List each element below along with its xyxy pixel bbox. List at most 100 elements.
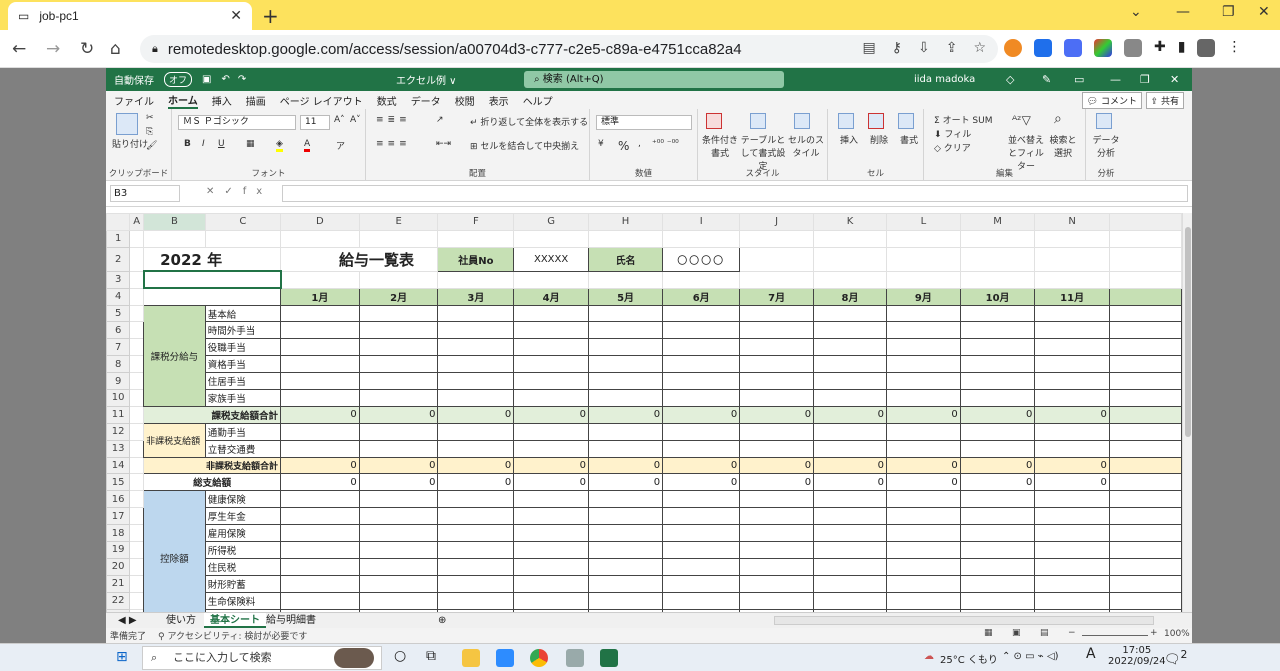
month-header[interactable]: 2月 (358, 287, 439, 306)
total-value-cell[interactable]: 0 (587, 456, 664, 475)
window-close-icon[interactable]: ✕ (1258, 4, 1270, 20)
month-value-cell[interactable] (513, 321, 589, 340)
cell[interactable] (587, 229, 664, 248)
deduction-category[interactable]: 控除額 (143, 490, 206, 612)
month-value-cell[interactable] (358, 574, 439, 593)
clock[interactable]: 17:05 2022/09/24 (1108, 645, 1166, 667)
ribbon-display-icon[interactable]: ▭ (1074, 73, 1084, 86)
month-value-cell[interactable] (1108, 355, 1182, 374)
month-value-cell[interactable] (1108, 372, 1182, 391)
month-value-cell[interactable] (1108, 439, 1182, 458)
month-value-cell[interactable] (358, 304, 439, 323)
month-value-cell[interactable] (739, 338, 815, 357)
font-name-select[interactable]: ＭＳ Ｐゴシック (178, 115, 296, 130)
nontaxable-item-label[interactable]: 通勤手当 (204, 422, 282, 441)
cell[interactable] (587, 270, 664, 289)
tab-2[interactable]: 挿入 (212, 93, 232, 108)
extension-icon[interactable] (1034, 39, 1052, 57)
total-value-cell[interactable]: 0 (813, 456, 887, 475)
comment-button[interactable]: 💬︎ コメント (1081, 92, 1142, 109)
month-value-cell[interactable] (813, 304, 887, 323)
month-value-cell[interactable] (885, 557, 961, 576)
font-size-select[interactable]: 11 (300, 115, 330, 130)
deduction-item-label[interactable]: 生命保険料 (204, 591, 282, 610)
month-value-cell[interactable] (739, 541, 815, 559)
month-value-cell[interactable] (1108, 389, 1182, 407)
month-value-cell[interactable] (280, 389, 360, 407)
tab-7[interactable]: 校閲 (455, 93, 475, 108)
cell[interactable] (1034, 246, 1110, 272)
page-break-icon[interactable]: ▤ (1040, 628, 1049, 638)
month-value-cell[interactable] (739, 507, 815, 526)
month-value-cell[interactable] (1108, 304, 1182, 323)
scroll-thumb[interactable] (1185, 227, 1191, 437)
cell[interactable] (129, 591, 145, 610)
month-value-cell[interactable] (358, 338, 439, 357)
total-value-cell[interactable]: 0 (587, 473, 664, 492)
month-value-cell[interactable] (358, 524, 439, 543)
month-header[interactable]: 9月 (885, 287, 961, 306)
cell[interactable] (885, 270, 961, 289)
select-all-corner[interactable] (106, 213, 131, 231)
tab-5[interactable]: 数式 (377, 93, 397, 108)
month-value-cell[interactable] (1034, 389, 1110, 407)
insert-cells-button[interactable]: 挿入 (840, 133, 858, 146)
home-icon[interactable]: ⌂ (110, 39, 121, 59)
month-value-cell[interactable] (1034, 507, 1110, 526)
sort-filter-icon[interactable]: ᴬᶻ▽ (1012, 113, 1031, 127)
month-header[interactable]: 5月 (587, 287, 664, 306)
month-value-cell[interactable] (358, 389, 439, 407)
month-value-cell[interactable] (437, 541, 515, 559)
total-value-cell[interactable]: 0 (885, 473, 961, 492)
address-bar[interactable]: 🔒︎ remotedesktop.google.com/access/sessi… (140, 35, 998, 63)
fill-color-icon[interactable]: ◈ (276, 139, 283, 152)
month-value-cell[interactable] (1034, 422, 1110, 441)
month-value-cell[interactable] (587, 389, 664, 407)
tab-0[interactable]: ファイル (114, 93, 154, 108)
app-icon[interactable] (566, 649, 584, 667)
fill-button[interactable]: ⬇ フィル (934, 127, 971, 140)
month-value-cell[interactable] (739, 524, 815, 543)
month-header[interactable]: 11月 (1034, 287, 1110, 306)
total-value-cell[interactable]: 0 (813, 405, 887, 424)
month-value-cell[interactable] (959, 389, 1036, 407)
month-value-cell[interactable] (739, 490, 815, 509)
cell[interactable] (129, 507, 145, 526)
chevron-down-icon[interactable]: ⌄ (1130, 4, 1142, 20)
cell[interactable] (129, 405, 145, 424)
total-value-cell[interactable]: 0 (813, 473, 887, 492)
forward-icon[interactable]: → (46, 39, 60, 59)
cell[interactable] (129, 372, 145, 391)
month-value-cell[interactable] (1108, 422, 1182, 441)
bookmark-star-icon[interactable]: ☆ (973, 40, 986, 56)
conditional-format-button[interactable]: 条件付き書式 (698, 133, 742, 159)
total-value-cell[interactable]: 0 (587, 405, 664, 424)
month-value-cell[interactable] (662, 591, 741, 610)
column-header[interactable]: K (813, 213, 887, 231)
month-value-cell[interactable] (1034, 541, 1110, 559)
phonetic-icon[interactable]: ア (336, 139, 345, 152)
month-value-cell[interactable] (739, 355, 815, 374)
tab-9[interactable]: ヘルプ (523, 93, 553, 108)
back-icon[interactable]: ← (12, 39, 26, 59)
month-value-cell[interactable] (587, 591, 664, 610)
workbook-name[interactable]: エクセル例 ∨ (396, 72, 457, 87)
month-value-cell[interactable] (662, 541, 741, 559)
cell[interactable] (437, 270, 515, 289)
clear-button[interactable]: ◇ クリア (934, 141, 971, 154)
month-value-cell[interactable] (959, 439, 1036, 458)
total-value-cell[interactable]: 0 (739, 456, 815, 475)
month-value-cell[interactable] (280, 591, 360, 610)
sheet-nav-icon[interactable]: ◀ ▶ (112, 613, 143, 628)
cell[interactable] (1108, 246, 1182, 272)
shrink-font-icon[interactable]: A˅ (350, 115, 361, 125)
month-value-cell[interactable] (437, 574, 515, 593)
sheet-title[interactable]: 給与一覧表 (280, 246, 439, 272)
month-value-cell[interactable] (437, 422, 515, 441)
grow-font-icon[interactable]: A˄ (334, 115, 345, 125)
cell-style-icon[interactable] (794, 113, 810, 129)
month-value-cell[interactable] (959, 591, 1036, 610)
month-value-cell[interactable] (437, 490, 515, 509)
taxable-category[interactable]: 課税分給与 (143, 304, 206, 407)
autosum-button[interactable]: Σ オート SUM (934, 113, 993, 126)
